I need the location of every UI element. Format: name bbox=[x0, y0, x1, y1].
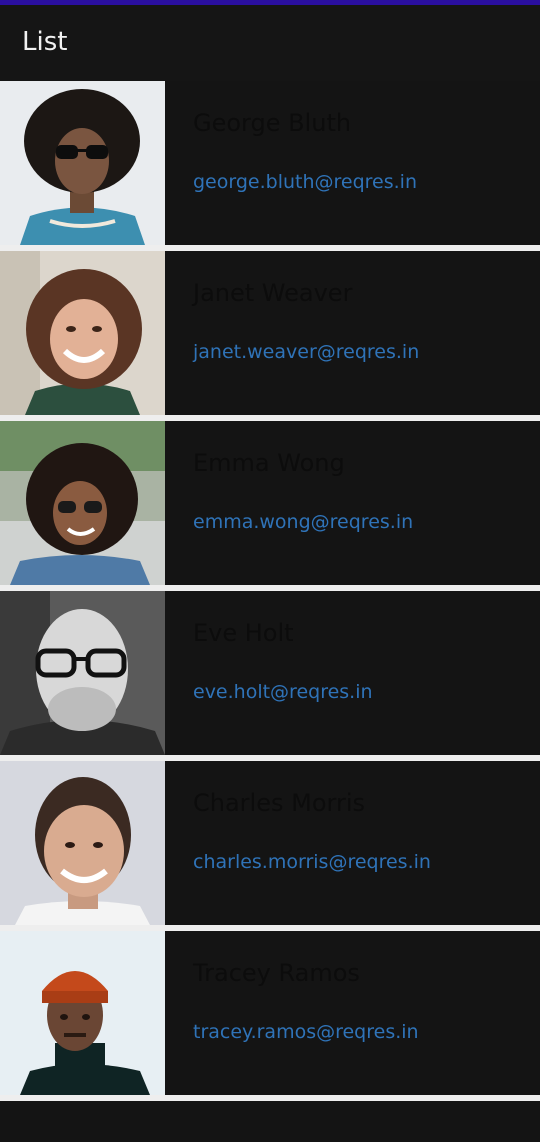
user-name: Emma Wong bbox=[193, 449, 345, 477]
user-name: Janet Weaver bbox=[193, 279, 353, 307]
user-info: Charles Morris charles.morris@reqres.in bbox=[165, 761, 540, 925]
list-item[interactable]: Tracey Ramos tracey.ramos@reqres.in bbox=[0, 931, 540, 1095]
user-email[interactable]: george.bluth@reqres.in bbox=[193, 171, 417, 193]
list-item[interactable]: Emma Wong emma.wong@reqres.in bbox=[0, 421, 540, 585]
user-info: Eve Holt eve.holt@reqres.in bbox=[165, 591, 540, 755]
bottom-bar bbox=[0, 1104, 540, 1142]
user-name: Eve Holt bbox=[193, 619, 294, 647]
list-item[interactable]: Charles Morris charles.morris@reqres.in bbox=[0, 761, 540, 925]
user-info: Janet Weaver janet.weaver@reqres.in bbox=[165, 251, 540, 415]
user-info: Emma Wong emma.wong@reqres.in bbox=[165, 421, 540, 585]
avatar bbox=[0, 761, 165, 925]
list-item[interactable]: Janet Weaver janet.weaver@reqres.in bbox=[0, 251, 540, 415]
user-info: George Bluth george.bluth@reqres.in bbox=[165, 81, 540, 245]
user-email[interactable]: eve.holt@reqres.in bbox=[193, 681, 373, 703]
user-name: George Bluth bbox=[193, 109, 352, 137]
user-name: Tracey Ramos bbox=[193, 959, 360, 987]
user-email[interactable]: tracey.ramos@reqres.in bbox=[193, 1021, 419, 1043]
avatar bbox=[0, 931, 165, 1095]
user-email[interactable]: emma.wong@reqres.in bbox=[193, 511, 413, 533]
user-email[interactable]: janet.weaver@reqres.in bbox=[193, 341, 419, 363]
page-title: List bbox=[22, 27, 68, 57]
user-info: Tracey Ramos tracey.ramos@reqres.in bbox=[165, 931, 540, 1095]
avatar bbox=[0, 251, 165, 415]
user-email[interactable]: charles.morris@reqres.in bbox=[193, 851, 431, 873]
user-name: Charles Morris bbox=[193, 789, 365, 817]
avatar bbox=[0, 421, 165, 585]
user-list: George Bluth george.bluth@reqres.in Jane… bbox=[0, 81, 540, 1101]
list-item[interactable]: George Bluth george.bluth@reqres.in bbox=[0, 81, 540, 245]
list-item[interactable]: Eve Holt eve.holt@reqres.in bbox=[0, 591, 540, 755]
avatar bbox=[0, 591, 165, 755]
avatar bbox=[0, 81, 165, 245]
app-bar: List bbox=[0, 5, 540, 81]
